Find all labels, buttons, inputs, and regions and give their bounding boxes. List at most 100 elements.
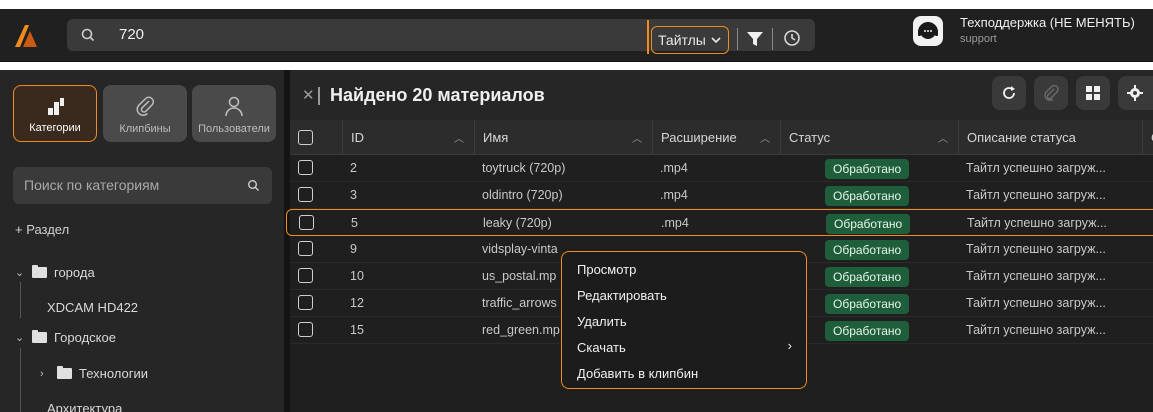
sort-arrow-icon[interactable]: ︿ <box>632 130 642 145</box>
support-avatar[interactable] <box>913 16 943 46</box>
cell-name: us_postal.mp <box>482 269 557 283</box>
paperclip-icon <box>1044 84 1059 101</box>
sort-arrow-icon[interactable]: ︿ <box>938 130 948 145</box>
column-label: Расширение <box>661 130 737 145</box>
cell-status-description: Тайтл успешно загруж... <box>966 188 1106 202</box>
categories-icon <box>48 98 64 115</box>
tree-guide-line <box>20 348 21 412</box>
cell-status-description: Тайтл успешно загруж... <box>966 161 1106 175</box>
row-checkbox[interactable] <box>298 187 313 202</box>
status-badge: Обработано <box>825 159 910 179</box>
status-badge: Обработано <box>825 240 910 260</box>
cell-status-description: Тайтл успешно загруж... <box>967 216 1107 230</box>
refresh-button[interactable] <box>992 76 1026 110</box>
divider <box>318 87 320 105</box>
chevron-down-icon <box>711 37 721 44</box>
cell-name: leaky (720p) <box>483 216 552 230</box>
tab-users[interactable]: Пользователи <box>192 85 276 142</box>
tree-item-architecture[interactable]: Архитектура <box>47 401 122 412</box>
status-badge: Обработано <box>825 294 910 314</box>
headset-icon <box>918 22 938 39</box>
menu-item-view[interactable]: Просмотр <box>577 262 636 277</box>
cell-id: 3 <box>350 188 357 202</box>
category-search-placeholder: Поиск по категориям <box>24 177 160 193</box>
menu-item-download[interactable]: Скачать <box>577 340 626 355</box>
tree-guide-line <box>20 282 21 318</box>
cell-id: 10 <box>350 269 364 283</box>
row-checkbox[interactable] <box>298 241 313 256</box>
tab-label: Пользователи <box>198 123 270 135</box>
results-count-title: Найдено 20 материалов <box>330 85 545 105</box>
context-menu: Просмотр Редактировать Удалить Скачать ›… <box>561 251 807 389</box>
folder-icon <box>32 330 47 343</box>
chevron-right-icon[interactable]: › <box>40 368 50 380</box>
chevron-right-icon: › <box>787 338 792 353</box>
sort-arrow-icon[interactable]: ︿ <box>760 130 770 145</box>
tree-item-technologies[interactable]: › Технологии <box>40 366 148 381</box>
cell-id: 9 <box>350 242 357 256</box>
cell-extension: .mp4 <box>660 188 688 202</box>
menu-item-delete[interactable]: Удалить <box>577 314 627 329</box>
divider <box>772 28 773 50</box>
cell-id: 15 <box>350 323 364 337</box>
status-badge: Обработано <box>825 186 910 206</box>
content-type-dropdown[interactable]: Тайтлы <box>651 26 729 54</box>
cell-id: 5 <box>351 216 358 230</box>
search-icon <box>81 28 95 42</box>
column-name[interactable]: Имя ︿ <box>474 120 652 155</box>
tab-clipbins[interactable]: Клипбины <box>103 85 187 142</box>
column-status-description[interactable]: Описание статуса <box>958 120 1142 155</box>
paperclip-icon <box>136 96 155 116</box>
chevron-down-icon[interactable]: ⌄ <box>15 266 25 279</box>
table-row[interactable]: 2 toytruck (720p) .mp4 Тайтл успешно загруж… <box>290 155 1153 182</box>
column-id[interactable]: ID ︿ <box>342 120 474 155</box>
menu-item-edit[interactable]: Редактировать <box>577 288 667 303</box>
filter-icon[interactable] <box>746 30 764 48</box>
menu-item-add-to-clipbin[interactable]: Добавить в клипбин <box>577 366 698 381</box>
row-checkbox[interactable] <box>299 215 314 230</box>
row-checkbox[interactable] <box>298 322 313 337</box>
cell-name: oldintro (720p) <box>482 188 563 202</box>
sort-arrow-icon[interactable]: ︿ <box>454 130 464 145</box>
row-checkbox[interactable] <box>298 160 313 175</box>
app-logo-icon[interactable] <box>13 23 39 49</box>
tab-label: Категории <box>29 122 81 134</box>
row-checkbox[interactable] <box>298 268 313 283</box>
column-label: ID <box>351 130 364 145</box>
column-status[interactable]: Статус ︿ <box>780 120 958 155</box>
column-next[interactable]: С <box>1142 120 1153 155</box>
close-icon[interactable]: ✕ <box>302 86 315 104</box>
tree-item-cities[interactable]: ⌄ города <box>15 265 95 280</box>
select-all-checkbox[interactable] <box>298 130 313 145</box>
user-name[interactable]: Техподдержка (НЕ МЕНЯТЬ) <box>960 15 1135 30</box>
attach-button[interactable] <box>1034 76 1068 110</box>
history-clock-icon[interactable] <box>783 29 801 47</box>
chevron-down-icon[interactable]: ⌄ <box>15 331 25 344</box>
tab-categories[interactable]: Категории <box>13 85 97 142</box>
column-extension[interactable]: Расширение ︿ <box>652 120 780 155</box>
status-badge: Обработано <box>826 214 911 234</box>
cell-extension: .mp4 <box>660 161 688 175</box>
cell-name: toytruck (720p) <box>482 161 566 175</box>
cell-status-description: Тайтл успешно загруж... <box>966 242 1106 256</box>
search-input[interactable]: 720 <box>119 26 144 43</box>
cell-id: 12 <box>350 296 364 310</box>
cell-status-description: Тайтл успешно загруж... <box>966 296 1106 310</box>
results-header: ✕ Найдено 20 материалов <box>290 70 1153 120</box>
grid-view-button[interactable] <box>1076 76 1110 110</box>
table-header: ID ︿ Имя ︿ Расширение ︿ Статус ︿ Описани… <box>290 120 1153 155</box>
cell-id: 2 <box>350 161 357 175</box>
tree-item-urban[interactable]: ⌄ Городское <box>15 330 116 345</box>
table-row[interactable]: 5 leaky (720p) .mp4 Тайтл успешно загруж...… <box>286 209 1153 236</box>
table-row[interactable]: 3 oldintro (720p) .mp4 Тайтл успешно загруж… <box>290 182 1153 209</box>
column-label: Имя <box>483 130 509 145</box>
column-label: Статус <box>789 130 831 145</box>
add-section-button[interactable]: + Раздел <box>15 222 69 237</box>
category-search-input[interactable]: Поиск по категориям <box>13 167 272 204</box>
refresh-icon <box>1003 86 1015 99</box>
tree-item-label: города <box>54 265 95 280</box>
settings-button[interactable] <box>1118 76 1153 110</box>
tree-item-xdcam[interactable]: XDCAM HD422 <box>47 300 138 315</box>
grid-view-icon <box>1086 86 1100 100</box>
row-checkbox[interactable] <box>298 295 313 310</box>
